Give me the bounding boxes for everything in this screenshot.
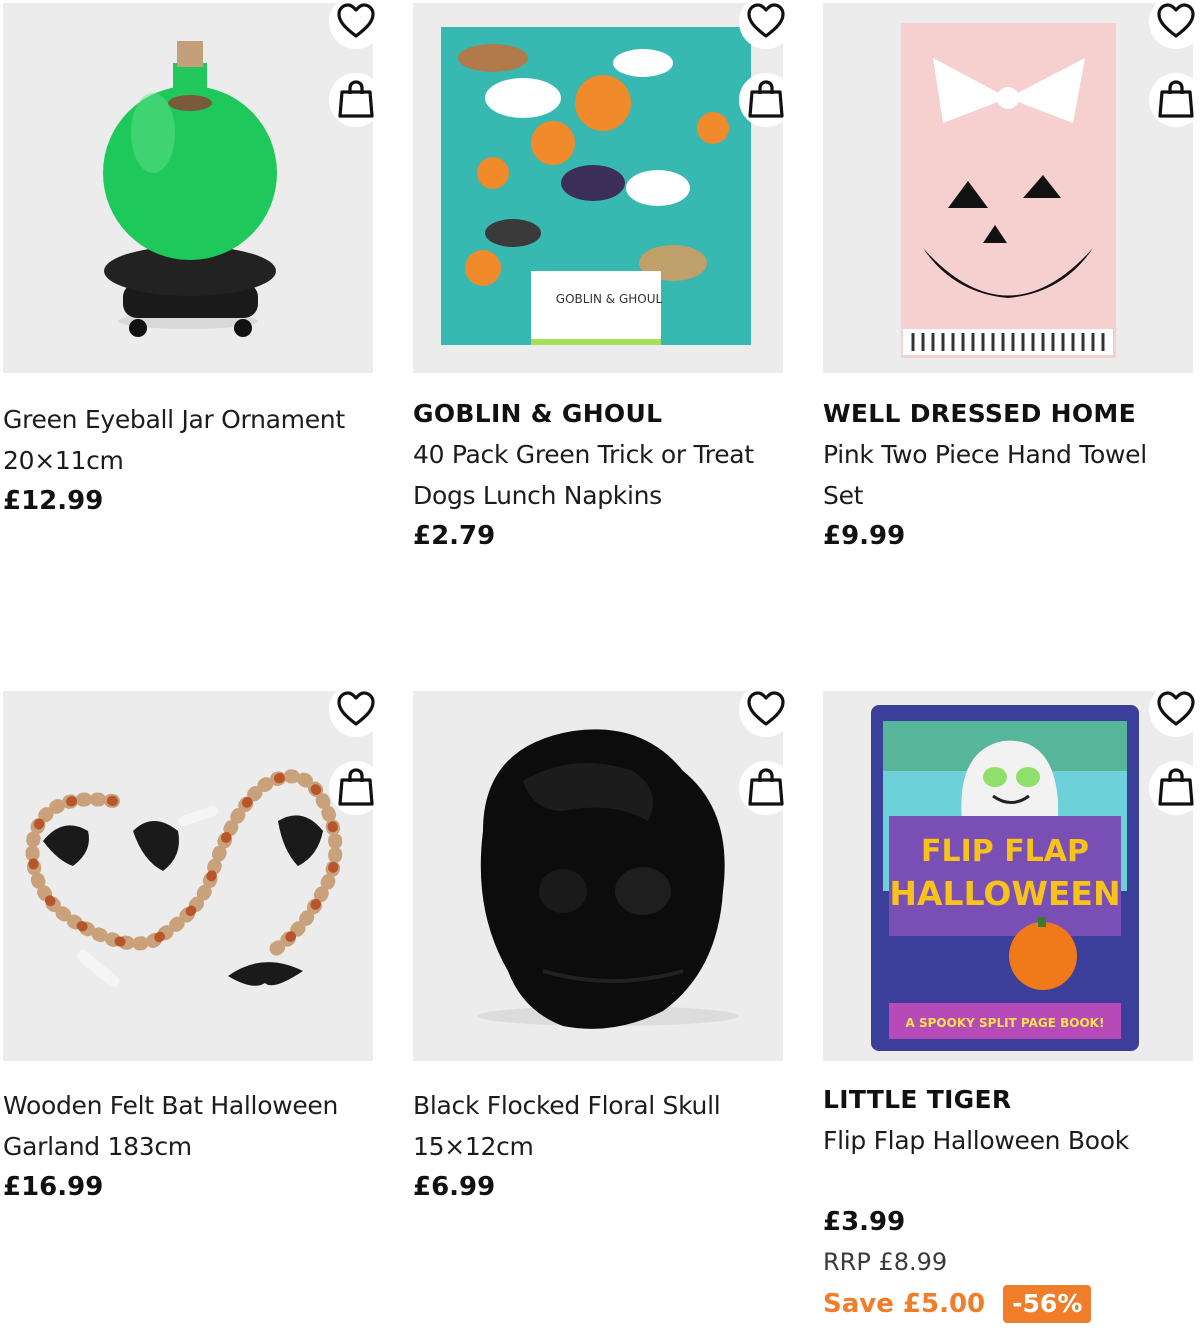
save-amount: Save £5.00	[823, 1288, 986, 1319]
product-brand[interactable]: GOBLIN & GHOUL	[413, 393, 793, 434]
add-to-basket-button[interactable]	[329, 73, 383, 127]
product-name[interactable]	[823, 1161, 1200, 1202]
shopping-bag-icon	[338, 768, 374, 806]
product-name[interactable]: Dogs Lunch Napkins	[413, 475, 793, 516]
heart-outline-icon	[1157, 3, 1195, 38]
product-image[interactable]: FLIP FLAP HALLOWEEN A SPOOKY SPLIT PAGE …	[823, 691, 1193, 1061]
product-price: £6.99	[413, 1172, 496, 1202]
book-cover-tagline: A SPOOKY SPLIT PAGE BOOK!	[906, 1016, 1105, 1030]
product-image[interactable]	[823, 3, 1193, 373]
product-name[interactable]: Wooden Felt Bat Halloween	[3, 1085, 383, 1126]
savings-row: Save £5.00 -56%	[823, 1283, 1200, 1324]
product-brand[interactable]: LITTLE TIGER	[823, 1079, 1200, 1120]
product-name[interactable]: Black Flocked Floral Skull	[413, 1085, 793, 1126]
product-name[interactable]: Set	[823, 475, 1200, 516]
heart-outline-icon	[337, 691, 375, 726]
product-name[interactable]: 40 Pack Green Trick or Treat	[413, 434, 793, 475]
wishlist-button[interactable]	[1149, 0, 1200, 49]
product-price: £16.99	[3, 1172, 104, 1202]
product-name[interactable]: Flip Flap Halloween Book	[823, 1120, 1200, 1161]
product-price: £3.99	[823, 1207, 906, 1237]
book-cover-title: FLIP FLAP	[921, 834, 1089, 869]
wishlist-button[interactable]	[329, 0, 383, 49]
heart-outline-icon	[747, 691, 785, 726]
product-name[interactable]: 15×12cm	[413, 1126, 793, 1167]
discount-badge: -56%	[1003, 1284, 1092, 1323]
wishlist-button[interactable]	[329, 683, 383, 737]
product-name[interactable]: Pink Two Piece Hand Towel	[823, 434, 1200, 475]
wishlist-button[interactable]	[1149, 683, 1200, 737]
product-price: £12.99	[3, 486, 104, 516]
product-name[interactable]: 20×11cm	[3, 440, 383, 481]
add-to-basket-button[interactable]	[739, 761, 793, 815]
product-image[interactable]	[413, 691, 783, 1061]
heart-outline-icon	[747, 3, 785, 38]
shopping-bag-icon	[748, 768, 784, 806]
shopping-bag-icon	[748, 80, 784, 118]
product-name[interactable]: Garland 183cm	[3, 1126, 383, 1167]
wishlist-button[interactable]	[739, 683, 793, 737]
shopping-bag-icon	[338, 80, 374, 118]
product-image[interactable]	[3, 691, 373, 1061]
product-price: £2.79	[413, 521, 496, 551]
add-to-basket-button[interactable]	[1149, 761, 1200, 815]
heart-outline-icon	[337, 3, 375, 38]
product-image[interactable]	[3, 3, 373, 373]
product-name[interactable]: Green Eyeball Jar Ornament	[3, 399, 383, 440]
book-cover-title: HALLOWEEN	[889, 874, 1120, 913]
product-image[interactable]: GOBLIN & GHOUL	[413, 3, 783, 373]
product-rrp: RRP £8.99	[823, 1248, 948, 1276]
add-to-basket-button[interactable]	[1149, 73, 1200, 127]
shopping-bag-icon	[1158, 768, 1194, 806]
product-brand[interactable]: WELL DRESSED HOME	[823, 393, 1200, 434]
shopping-bag-icon	[1158, 80, 1194, 118]
heart-outline-icon	[1157, 691, 1195, 726]
add-to-basket-button[interactable]	[739, 73, 793, 127]
packaging-brand: GOBLIN & GHOUL	[556, 292, 663, 306]
add-to-basket-button[interactable]	[329, 761, 383, 815]
wishlist-button[interactable]	[739, 0, 793, 49]
product-price: £9.99	[823, 521, 906, 551]
